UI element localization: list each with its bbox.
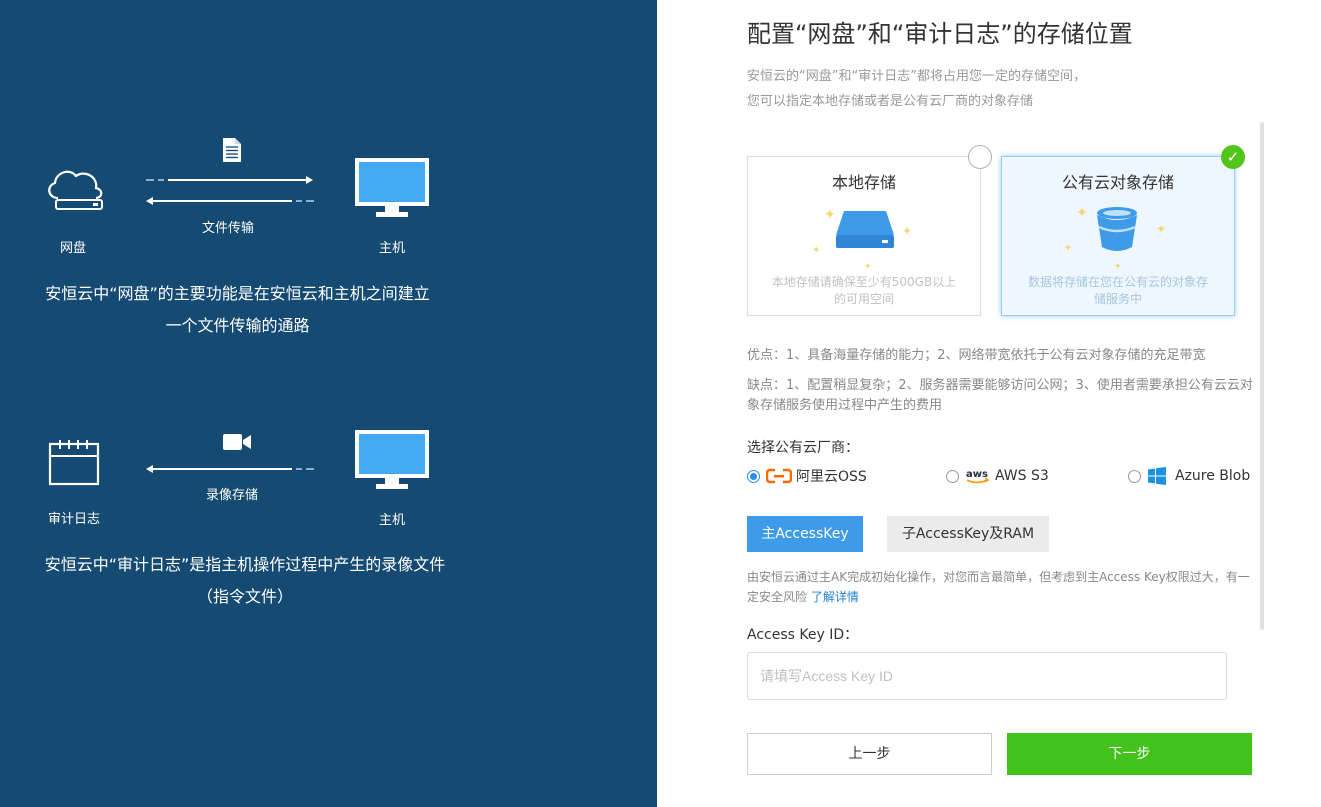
bucket-icon: ✦ ✦ ✦ ✦ <box>1064 205 1166 271</box>
intro-panel: 网盘 文件传输 主机 安恒云中“网盘”的主要功能是在安恒云和主机之间建立 一个文… <box>0 0 657 807</box>
provider-label: 选择公有云厂商： <box>747 440 859 456</box>
svg-text:aws: aws <box>966 469 988 480</box>
tab-sub-accesskey-ram[interactable]: 子AccessKey及RAM <box>887 516 1049 552</box>
check-icon: ✓ <box>1221 145 1245 169</box>
access-key-id-input[interactable] <box>747 652 1227 700</box>
card-title: 本地存储 <box>831 173 896 192</box>
learn-more-link[interactable]: 了解详情 <box>811 590 859 604</box>
public-cloud-storage-card[interactable]: 公有云对象存储 ✦ ✦ ✦ ✦ 数据将存储在您在公有云的对象存储服务中 <box>1001 156 1235 316</box>
disk-description-line1: 安恒云中“网盘”的主要功能是在安恒云和主机之间建立 <box>45 284 430 303</box>
audit-description-line1: 安恒云中“审计日志”是指主机操作过程中产生的录像文件 <box>44 555 446 574</box>
provider-option-azure[interactable]: Azure Blob <box>1128 466 1250 486</box>
local-storage-radio[interactable] <box>968 145 992 169</box>
video-camera-icon <box>223 434 251 450</box>
page-subtitle: 安恒云的“网盘”和“审计日志”都将占用您一定的存储空间， 您可以指定本地存储或者… <box>747 64 1086 114</box>
transfer-arrows <box>146 176 314 205</box>
provider-name: Azure Blob <box>1175 468 1251 484</box>
radio-button[interactable] <box>946 469 959 483</box>
audit-log-label: 审计日志 <box>47 512 100 527</box>
disk-description-line2: 一个文件传输的通路 <box>165 316 310 335</box>
svg-text:✦: ✦ <box>902 224 912 238</box>
tab-main-accesskey[interactable]: 主AccessKey <box>747 516 863 552</box>
card-description: 数据将存储在您在公有云的对象存储服务中 <box>1027 275 1208 306</box>
subtitle-line2: 您可以指定本地存储或者是公有云厂商的对象存储 <box>747 94 1034 109</box>
svg-text:✦: ✦ <box>1076 205 1088 221</box>
windows-icon <box>1148 467 1166 485</box>
aliyun-icon <box>766 468 792 484</box>
svg-text:✦: ✦ <box>1156 222 1166 236</box>
svg-text:✦: ✦ <box>1064 243 1072 254</box>
hard-drive-icon: ✦ ✦ ✦ ✦ <box>812 207 912 271</box>
page-title: 配置“网盘”和“审计日志”的存储位置 <box>747 20 1133 48</box>
subtitle-line1: 安恒云的“网盘”和“审计日志”都将占用您一定的存储空间， <box>747 69 1086 84</box>
provider-option-aws[interactable]: aws AWS S3 <box>946 466 1049 486</box>
local-storage-card[interactable]: 本地存储 ✦ ✦ ✦ ✦ 本地存储请确保至少有500GB以上的可用空间 <box>747 156 981 316</box>
svg-text:✦: ✦ <box>812 245 820 256</box>
monitor-icon <box>355 430 429 489</box>
transfer-label: 文件传输 <box>201 221 254 236</box>
audit-description-line2: （指令文件） <box>196 587 293 606</box>
provider-name: AWS S3 <box>995 468 1049 484</box>
cons-text: 缺点：1、配置稍显复杂；2、服务器需要能够访问公网；3、使用者需要承担公有云云对… <box>747 378 1253 413</box>
record-label: 录像存储 <box>205 488 258 503</box>
disk-label: 网盘 <box>59 241 86 256</box>
card-title: 公有云对象存储 <box>1061 173 1174 192</box>
svg-text:✦: ✦ <box>824 207 836 223</box>
radio-button[interactable] <box>1128 469 1141 483</box>
document-icon <box>223 138 241 162</box>
config-panel: 配置“网盘”和“审计日志”的存储位置 安恒云的“网盘”和“审计日志”都将占用您一… <box>657 0 1321 807</box>
scrollbar[interactable] <box>1260 122 1264 630</box>
card-description: 本地存储请确保至少有500GB以上的可用空间 <box>771 275 957 306</box>
monitor-icon <box>355 158 429 217</box>
aws-icon: aws <box>966 469 990 484</box>
audit-description: 安恒云中“审计日志”是指主机操作过程中产生的录像文件 （指令文件） <box>20 549 470 613</box>
svg-text:✦: ✦ <box>864 262 872 271</box>
next-button[interactable]: 下一步 <box>1007 733 1252 775</box>
disk-description: 安恒云中“网盘”的主要功能是在安恒云和主机之间建立 一个文件传输的通路 <box>20 278 455 342</box>
calendar-icon <box>48 440 100 486</box>
cloud-disk-icon <box>48 170 103 210</box>
svg-text:✦: ✦ <box>1114 262 1122 271</box>
pros-text: 优点：1、具备海量存储的能力；2、网络带宽依托于公有云对象存储的充足带宽 <box>747 348 1206 363</box>
provider-option-aliyun[interactable]: 阿里云OSS <box>747 466 867 486</box>
radio-button[interactable] <box>747 469 760 483</box>
provider-name: 阿里云OSS <box>796 469 867 485</box>
accesskey-note: 由安恒云通过主AK完成初始化操作，对您而言最简单，但考虑到主Access Key… <box>747 567 1257 607</box>
host-label-2: 主机 <box>378 513 405 528</box>
host-label: 主机 <box>378 241 405 256</box>
access-key-id-label: Access Key ID： <box>747 627 859 643</box>
record-arrow <box>146 465 314 473</box>
prev-button[interactable]: 上一步 <box>747 733 992 775</box>
